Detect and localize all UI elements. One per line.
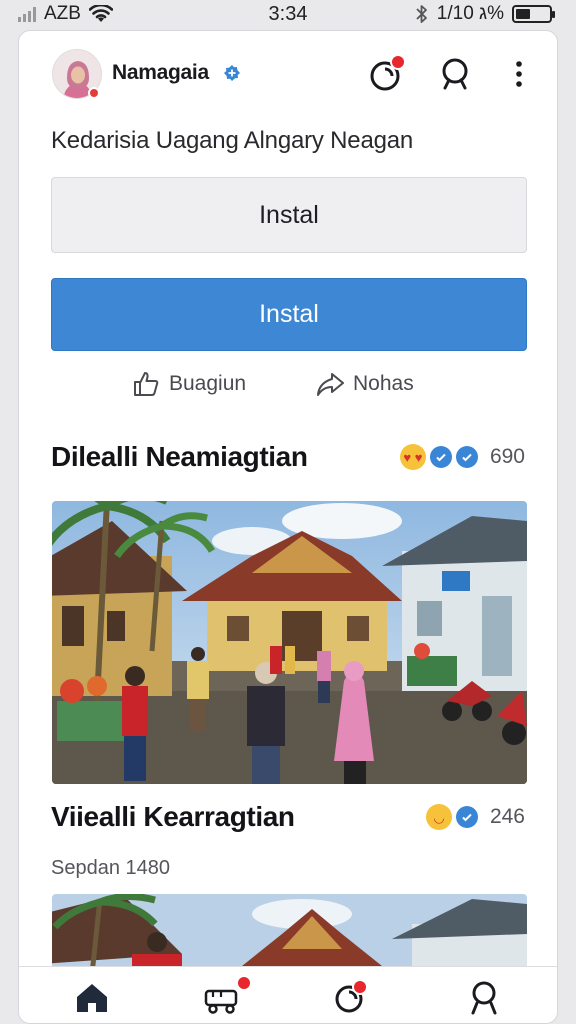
post-subtitle: Kedarisia Uagang Alngary Neagan <box>51 127 414 154</box>
share-button[interactable]: Nohas <box>315 369 414 399</box>
section-caption: Sepdan 1480 <box>51 857 171 879</box>
profile-icon[interactable] <box>464 977 504 1017</box>
section-header: Dilealli Neamiagtian ♥ ♥ 690 <box>51 441 525 473</box>
search-icon[interactable] <box>437 56 473 92</box>
post-photo[interactable] <box>52 501 527 784</box>
reactions[interactable]: ◡ 246 <box>425 804 525 830</box>
share-label: Nohas <box>353 372 414 395</box>
surprised-emoji-icon: ◡ <box>425 804 452 830</box>
reaction-count: 246 <box>489 805 525 828</box>
status-right: 1/10 ג% <box>415 3 555 25</box>
bottom-nav <box>19 966 557 1023</box>
notification-badge <box>352 979 368 995</box>
check-badge-icon <box>455 806 478 828</box>
post-card: Namagaia Kedarisia Uagang Alngary Neagan… <box>18 30 558 1024</box>
reaction-count: 690 <box>489 445 525 468</box>
status-left: AZB <box>18 3 113 25</box>
notification-badge <box>390 54 406 70</box>
reactions[interactable]: ♥ ♥ 690 <box>399 444 525 470</box>
bluetooth-icon <box>416 5 427 23</box>
post-actions: Buagiun Nohas <box>19 369 557 409</box>
online-indicator <box>88 87 100 99</box>
check-badge-icon <box>429 446 452 468</box>
status-bar: AZB 3:34 1/10 ג% <box>0 0 576 28</box>
section-header: Viiealli Kearragtian ◡ 246 <box>51 801 525 833</box>
battery-icon <box>512 5 555 23</box>
wifi-icon <box>88 5 113 22</box>
verified-icon <box>224 65 240 81</box>
status-right-text: 1/10 ג% <box>436 3 504 24</box>
check-badge-icon <box>455 446 478 468</box>
village-scene-image <box>52 501 527 784</box>
install-button-secondary[interactable]: Instal <box>51 177 527 253</box>
post-photo[interactable] <box>52 894 527 974</box>
delivery-badge <box>236 975 252 991</box>
signal-icon <box>18 6 36 22</box>
share-icon <box>317 373 344 396</box>
section-title[interactable]: Dilealli Neamiagtian <box>51 441 308 473</box>
home-icon[interactable] <box>72 977 112 1017</box>
username[interactable]: Namagaia <box>112 61 209 85</box>
install-button-primary[interactable]: Instal <box>51 278 527 351</box>
thumbs-up-icon <box>134 372 159 396</box>
like-label: Buagiun <box>169 372 247 395</box>
carrier-label: AZB <box>44 3 81 24</box>
village-scene-image <box>52 894 527 974</box>
like-button[interactable]: Buagiun <box>131 369 246 399</box>
section-title[interactable]: Viiealli Kearragtian <box>51 801 295 833</box>
more-vertical-icon[interactable] <box>501 56 537 92</box>
post-header: Namagaia <box>19 31 557 123</box>
heart-eyes-emoji-icon: ♥ ♥ <box>399 444 426 470</box>
